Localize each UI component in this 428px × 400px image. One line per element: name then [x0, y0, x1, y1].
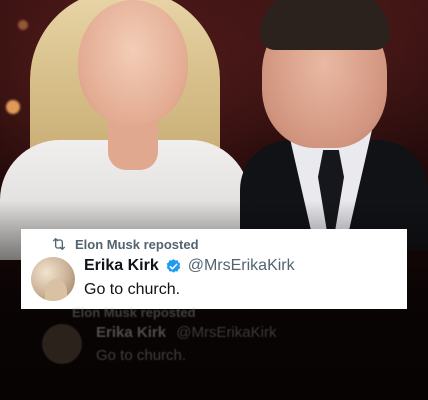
reflection-author-name: Erika Kirk [96, 324, 167, 341]
tweet-card[interactable]: Elon Musk reposted Erika Kirk @MrsErikaK… [21, 229, 407, 309]
author-name[interactable]: Erika Kirk [84, 257, 159, 275]
avatar[interactable] [31, 257, 75, 301]
repost-icon [53, 238, 65, 250]
repost-indicator: Elon Musk reposted [51, 235, 397, 253]
reflection-repost-label: Elon Musk reposted [72, 305, 196, 320]
reflection-handle: @MrsErikaKirk [176, 324, 277, 341]
verified-badge-icon [166, 258, 180, 273]
screenshot-stage: Elon Musk reposted Erika Kirk @MrsErikaK… [0, 0, 428, 400]
author-handle[interactable]: @MrsErikaKirk [188, 257, 295, 275]
repost-label: Elon Musk reposted [75, 236, 199, 252]
reflection-post-text: Go to church. [96, 347, 187, 364]
post-text: Go to church. [84, 281, 181, 298]
card-reflection: Elon Musk reposted Erika Kirk @MrsErikaK… [42, 305, 382, 365]
reflection-avatar [42, 324, 82, 364]
